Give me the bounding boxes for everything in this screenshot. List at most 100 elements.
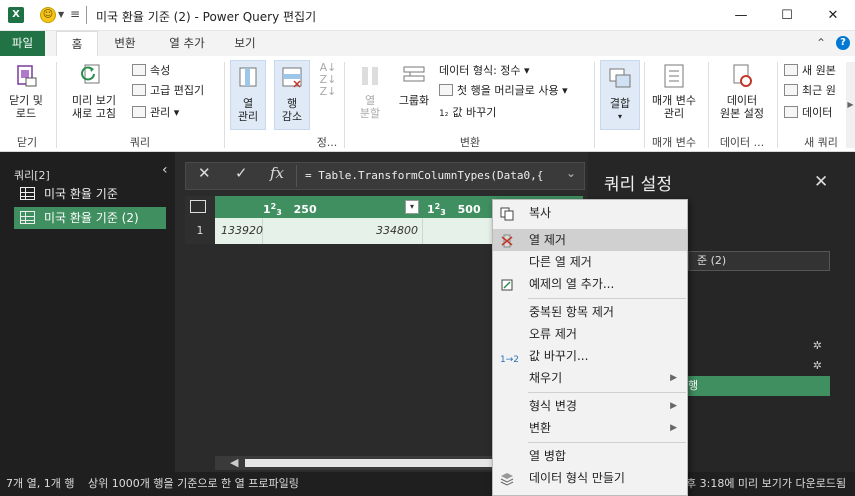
menu-item-transform[interactable]: 변환 ▶ [493,417,687,439]
column-name: 500 [457,203,481,216]
replace-values-ribbon-icon: 1₂ [439,109,449,119]
table-cell[interactable]: 133920 [215,218,263,244]
group-by-label: 그룹화 [398,94,430,107]
applied-step[interactable]: ✲ [688,336,830,356]
gear-icon[interactable]: ✲ [813,356,822,376]
menu-item-label: 열 제거 [529,233,566,247]
menu-item-change-type[interactable]: 형식 변경 ▶ [493,395,687,417]
combine-label: 결합 [609,97,631,110]
applied-step-selected[interactable]: 행 [688,376,830,396]
combine-button[interactable]: 결합 ▾ [600,60,640,130]
gear-icon[interactable]: ✲ [813,336,822,356]
close-load-button[interactable]: 닫기 및 로드 [4,62,48,120]
table-cell[interactable]: 334800 [263,218,423,244]
tab-file[interactable]: 파일 [0,31,45,56]
tab-home[interactable]: 홈 [56,31,98,57]
feedback-smiley-icon[interactable]: ☺ [40,7,56,23]
use-first-row-headers-button[interactable]: 첫 행을 머리글로 사용 ▾ [439,82,568,100]
menu-item-remove-duplicates[interactable]: 중복된 항목 제거 [493,301,687,323]
title-separator [86,6,87,24]
queries-header: 쿼리[2] [14,169,50,182]
menu-item-label: 예제의 열 추가... [529,277,615,291]
scroll-left-icon[interactable]: ◀ [230,456,238,469]
new-source-button[interactable]: 새 원본 [784,62,836,80]
menu-item-copy[interactable]: 복사 [493,202,687,224]
split-column-button[interactable]: 열 분할 [350,62,390,120]
scrollbar-thumb[interactable] [245,459,495,467]
expand-formula-icon[interactable]: ⌄ [566,166,576,180]
data-type-label: 데이터 형식: 정수 [439,64,521,77]
cancel-formula-icon[interactable]: ✕ [198,164,211,182]
properties-label: 속성 [150,64,171,77]
manage-button[interactable]: 관리 ▾ [132,104,179,122]
query-name-field[interactable]: 준 (2) [688,251,830,271]
menu-item-replace-values[interactable]: 1→2 값 바꾸기... [493,345,687,367]
enter-data-label: 데이터 [802,106,833,119]
table-icon [20,187,35,200]
status-profiling[interactable]: 상위 1000개 행을 기준으로 한 열 프로파일링 [88,472,299,496]
menu-separator [528,298,686,299]
menu-item-label: 변환 [529,421,552,435]
query-settings-title: 쿼리 설정 [604,175,672,195]
query-item[interactable]: 미국 환율 기준 [14,183,166,205]
tab-view[interactable]: 보기 [227,31,263,56]
advanced-editor-button[interactable]: 고급 편집기 [132,82,204,100]
table-icon [20,211,35,224]
close-window-button[interactable]: ✕ [810,0,855,31]
data-type-dropdown[interactable]: 데이터 형식: 정수 ▾ [439,62,530,80]
group-transform-label: 변환 [459,136,481,149]
group-parameters-label: 매개 변수 [652,136,696,149]
menu-item-remove-other-columns[interactable]: 다른 열 제거 [493,251,687,273]
manage-parameters-button[interactable]: 매개 변수 관리 [646,62,702,120]
properties-button[interactable]: 속성 [132,62,170,80]
manage-icon [132,106,146,118]
tab-add-column[interactable]: 열 추가 [160,31,214,56]
collapse-ribbon-icon[interactable]: ⌃ [816,36,826,50]
quick-access-dropdown-icon[interactable]: ▼ [58,10,64,19]
menu-item-column-from-examples[interactable]: 예제의 열 추가... [493,273,687,295]
minimize-button[interactable]: — [718,0,764,31]
reduce-rows-label: 행 감소 [281,97,303,123]
close-load-icon [12,62,40,90]
manage-columns-button[interactable]: 열 관리 [230,60,266,130]
group-sort-label: 정... [316,136,338,149]
recent-sources-button[interactable]: 최근 원 [784,82,836,100]
column-name: 250 [293,203,317,216]
table-cell[interactable] [423,218,493,244]
help-icon[interactable]: ? [836,36,850,50]
applied-step[interactable]: ✲ [688,356,830,376]
group-by-button[interactable]: 그룹화 [394,62,434,107]
tab-transform[interactable]: 변환 [105,31,145,56]
ribbon-scroll-right[interactable]: ▶ [846,62,855,148]
data-source-settings-icon [728,62,756,90]
query-item-selected[interactable]: 미국 환율 기준 (2) [14,207,166,229]
maximize-button[interactable]: ☐ [764,0,810,31]
copy-icon [500,206,514,221]
customize-toolbar-icon[interactable]: ≡ [70,7,80,21]
formula-divider [296,165,297,187]
sort-ascending-button[interactable]: A↓ Z↓ Z↓ [318,62,338,98]
refresh-icon [80,62,108,90]
menu-item-create-data-type[interactable]: 데이터 형식 만들기 [493,467,687,489]
fx-icon[interactable]: fx [270,164,284,182]
data-source-settings-button[interactable]: 데이터 원본 설정 [712,62,772,120]
menu-item-label: 다른 열 제거 [529,255,592,269]
combine-icon [606,65,634,93]
close-settings-icon[interactable]: ✕ [814,172,828,192]
manage-label: 관리 [150,106,171,119]
replace-values-ribbon-button[interactable]: 1₂ 값 바꾸기 [439,104,496,122]
column-header-250-label[interactable]: 123 250 ▾ [263,196,423,218]
reduce-rows-button[interactable]: 행 감소 [274,60,310,130]
collapse-queries-icon[interactable]: ‹ [162,162,168,178]
menu-item-fill[interactable]: 채우기 ▶ [493,367,687,389]
manage-columns-label: 열 관리 [237,97,259,123]
enter-data-button[interactable]: 데이터 [784,104,832,122]
refresh-preview-button[interactable]: 미리 보기 새로 고침 [62,62,126,120]
menu-item-remove-column[interactable]: 열 제거 [493,229,687,251]
column-filter-icon[interactable]: ▾ [405,200,419,214]
menu-item-remove-errors[interactable]: 오류 제거 [493,323,687,345]
formula-text[interactable]: = Table.TransformColumnTypes(Data0,{ [299,164,561,188]
table-menu-icon[interactable] [190,200,206,213]
menu-item-merge-columns[interactable]: 열 병합 [493,445,687,467]
commit-formula-icon[interactable]: ✓ [235,164,248,182]
